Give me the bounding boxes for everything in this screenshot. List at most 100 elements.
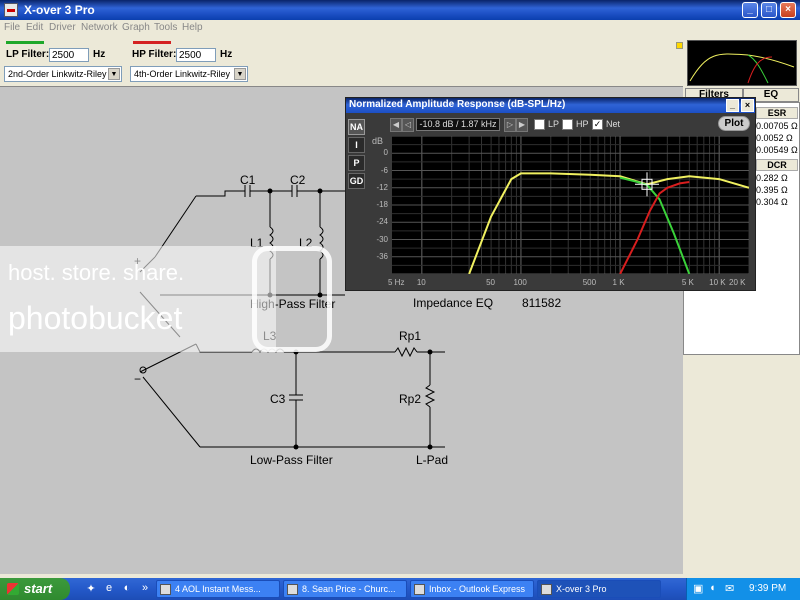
x-tick-label: 10 K (709, 278, 726, 287)
taskbar-item-xover[interactable]: X-over 3 Pro (537, 580, 661, 598)
hp-filter-label: HP Filter: (132, 49, 177, 60)
photobucket-watermark: host. store. share. photobucket (0, 246, 276, 352)
dcr-header: DCR (756, 159, 798, 171)
taskbar-item-media[interactable]: 8. Sean Price - Churc... (283, 580, 407, 598)
cursor-left-icon[interactable]: ◁ (402, 118, 414, 132)
label-minus: − (134, 372, 141, 386)
plot-button[interactable]: Plot (718, 116, 750, 131)
taskbar-item-aol-label: 4 AOL Instant Mess... (175, 584, 261, 594)
tray-app-icon[interactable]: ✉ (725, 582, 734, 595)
menu-edit[interactable]: Edit (26, 22, 43, 33)
hp-filter-type-select[interactable]: 4th-Order Linkwitz-Riley ▼ (130, 66, 248, 82)
dcr-value-1: 0.282 Ω (756, 173, 788, 183)
group-delay-mode-button[interactable]: GD (348, 173, 365, 189)
cursor-right-icon[interactable]: ▷ (504, 118, 516, 132)
taskbar-item-outlook-label: Inbox - Outlook Express (429, 584, 526, 594)
windows-logo-icon (7, 583, 19, 595)
window-title: X-over 3 Pro (24, 3, 95, 17)
quicklaunch-icon[interactable]: ◐ (120, 582, 134, 596)
series-line-2 (619, 176, 691, 274)
label-rp2: Rp2 (399, 392, 421, 406)
y-tick-label: -6 (380, 165, 388, 175)
impedance-mode-button[interactable]: I (348, 137, 365, 153)
x-tick-label: 10 (416, 278, 426, 287)
dcr-value-2: 0.395 Ω (756, 185, 788, 195)
net-checkbox-label: Net (606, 119, 621, 129)
lp-filter-type-select[interactable]: 2nd-Order Linkwitz-Riley ▼ (4, 66, 122, 82)
x-tick-label: 5 Hz (388, 278, 405, 287)
app-icon[interactable] (4, 3, 18, 17)
net-checkbox[interactable]: ✓ (592, 119, 603, 130)
x-tick-label: 50 (486, 278, 496, 287)
menu-tools[interactable]: Tools (154, 22, 177, 33)
hp-color-indicator (133, 41, 171, 44)
series-line-3 (619, 181, 690, 274)
running-man-icon[interactable]: ✦ (84, 582, 98, 596)
menu-network[interactable]: Network (81, 22, 118, 33)
close-button[interactable]: × (780, 2, 796, 18)
x-tick-label: 5 K (681, 278, 694, 287)
na-mode-button[interactable]: NA (348, 119, 365, 135)
taskbar-item-xover-label: X-over 3 Pro (556, 584, 607, 594)
lp-checkbox[interactable] (534, 119, 545, 130)
taskbar-item-aol[interactable]: 4 AOL Instant Mess... (156, 580, 280, 598)
amplitude-response-window[interactable]: Normalized Amplitude Response (dB-SPL/Hz… (345, 97, 756, 291)
amp-minimize-button[interactable]: _ (726, 99, 739, 112)
cursor-left-fast-icon[interactable]: ◀ (390, 118, 402, 132)
lp-checkbox-label: LP (548, 119, 560, 129)
maximize-button[interactable]: □ (761, 2, 777, 18)
cursor-readout: -10.8 dB / 1.87 kHz (416, 118, 500, 131)
taskbar: start ✦ e ◐ » 4 AOL Instant Mess... 8. S… (0, 578, 800, 600)
minimize-button[interactable]: _ (742, 2, 758, 18)
y-tick-label: -12 (376, 182, 388, 192)
hp-checkbox-label: HP (576, 119, 589, 129)
response-thumbnail[interactable] (687, 40, 797, 86)
outlook-icon (414, 584, 425, 595)
label-l-pad: L-Pad (416, 453, 448, 467)
x-tick-label: 20 K (729, 278, 746, 287)
lp-frequency-input[interactable]: 2500 (49, 48, 89, 62)
amplitude-plot[interactable] (392, 136, 749, 274)
taskbar-item-outlook[interactable]: Inbox - Outlook Express (410, 580, 534, 598)
quicklaunch-expand-icon[interactable]: » (138, 582, 152, 596)
menu-file[interactable]: File (4, 22, 20, 33)
amplitude-window-title: Normalized Amplitude Response (dB-SPL/Hz… (349, 99, 566, 110)
aol-icon (160, 584, 171, 595)
esr-value-2: 0.0052 Ω (756, 133, 793, 143)
x-tick-label: 500 (582, 278, 597, 287)
amplitude-window-titlebar[interactable]: Normalized Amplitude Response (dB-SPL/Hz… (346, 98, 755, 113)
label-c2: C2 (290, 173, 306, 187)
esr-value-1: 0.00705 Ω (756, 121, 798, 131)
title-bar: X-over 3 Pro _ □ × (0, 0, 800, 20)
label-impedance-eq: Impedance EQ (413, 296, 493, 310)
yellow-marker-icon[interactable] (676, 42, 683, 49)
watermark-tagline: host. store. share. (8, 260, 185, 285)
volume-icon[interactable]: ◖ (709, 582, 716, 594)
esr-value-3: 0.00549 Ω (756, 145, 798, 155)
media-player-icon (287, 584, 298, 595)
lp-unit-label: Hz (93, 49, 106, 60)
y-unit-label: dB (372, 136, 384, 146)
dcr-value-3: 0.304 Ω (756, 197, 788, 207)
hp-unit-label: Hz (220, 49, 233, 60)
start-button[interactable]: start (0, 578, 70, 600)
label-c3: C3 (270, 392, 286, 406)
lp-color-indicator (6, 41, 44, 44)
x-tick-label: 100 (513, 278, 527, 287)
label-rp1: Rp1 (399, 329, 421, 343)
label-c1: C1 (240, 173, 256, 187)
network-icon[interactable]: ▣ (693, 582, 703, 595)
cursor-right-fast-icon[interactable]: ▶ (516, 118, 528, 132)
hp-checkbox[interactable] (562, 119, 573, 130)
y-tick-label: -30 (376, 234, 388, 244)
menu-driver[interactable]: Driver (49, 22, 76, 33)
label-low-pass-filter: Low-Pass Filter (250, 453, 333, 467)
amp-close-button[interactable]: × (741, 99, 754, 112)
phase-mode-button[interactable]: P (348, 155, 365, 171)
menu-graph[interactable]: Graph (122, 22, 150, 33)
hp-frequency-input[interactable]: 2500 (176, 48, 216, 62)
label-part-number: 811582 (522, 296, 561, 310)
browser-icon[interactable]: e (102, 582, 116, 596)
lp-filter-type-value: 2nd-Order Linkwitz-Riley (8, 69, 107, 79)
menu-help[interactable]: Help (182, 22, 203, 33)
